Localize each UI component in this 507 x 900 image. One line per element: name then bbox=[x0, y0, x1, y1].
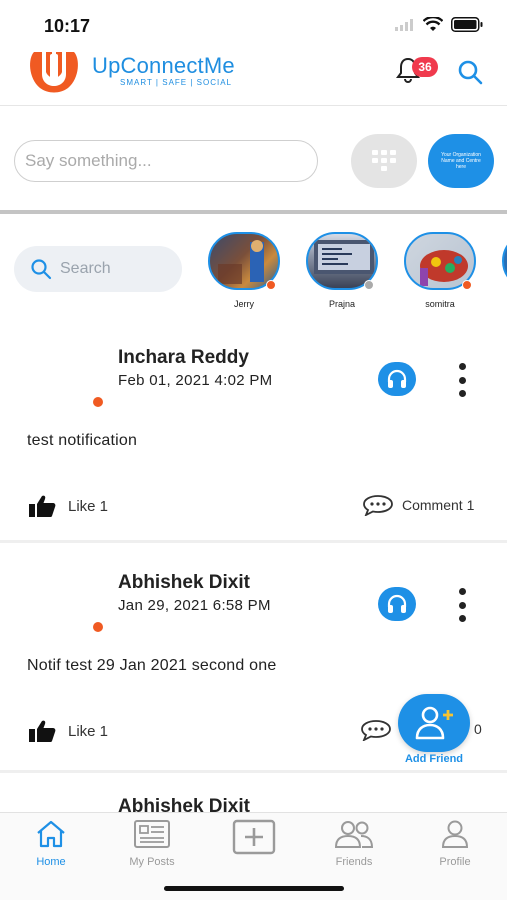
home-icon bbox=[37, 820, 65, 848]
thumbs-up-icon bbox=[29, 720, 56, 742]
comment-icon bbox=[363, 495, 393, 516]
post-date: Jan 29, 2021 6:58 PM bbox=[118, 597, 271, 614]
comment-count: 0 bbox=[474, 721, 482, 737]
profile-icon bbox=[441, 820, 469, 848]
dot-icon bbox=[458, 601, 466, 609]
audio-button[interactable] bbox=[378, 587, 416, 621]
apps-button[interactable] bbox=[351, 134, 417, 188]
brand-tagline: SMART | SAFE | SOCIAL bbox=[120, 78, 232, 87]
headphones-icon bbox=[387, 594, 407, 613]
dot-icon bbox=[458, 588, 466, 595]
post-text: test notification bbox=[27, 432, 138, 449]
status-time: 10:17 bbox=[44, 16, 91, 36]
post-composer: Your Organization Name and Centre here bbox=[0, 107, 507, 214]
thumbs-up-icon bbox=[29, 495, 56, 517]
status-dot bbox=[364, 280, 374, 290]
more-options-button[interactable] bbox=[455, 363, 469, 397]
add-friend-button[interactable] bbox=[398, 694, 470, 752]
signal-icon bbox=[395, 18, 413, 31]
like-label: Like 1 bbox=[68, 497, 109, 515]
tab-label: Home bbox=[36, 856, 66, 868]
friends-icon bbox=[334, 821, 374, 848]
notification-badge: 36 bbox=[412, 57, 438, 77]
comment-button[interactable] bbox=[360, 719, 392, 741]
story-name: somitra bbox=[425, 299, 455, 309]
search-icon bbox=[458, 60, 483, 85]
say-something-input[interactable] bbox=[14, 140, 318, 182]
dot-icon bbox=[458, 363, 466, 370]
audio-button[interactable] bbox=[378, 362, 416, 396]
avatar bbox=[502, 232, 507, 290]
stories-row: Search Jerry Prajna somitra bbox=[0, 218, 507, 318]
tab-create-post[interactable] bbox=[214, 819, 294, 860]
story-name: Prajna bbox=[328, 299, 355, 309]
headphones-icon bbox=[387, 369, 407, 388]
post-divider bbox=[0, 770, 507, 773]
wifi-icon bbox=[423, 17, 443, 31]
comment-label: Comment 1 bbox=[402, 497, 475, 513]
story-search-field[interactable]: Search bbox=[14, 246, 182, 292]
dot-icon bbox=[458, 376, 466, 384]
post-text: Notif test 29 Jan 2021 second one bbox=[27, 657, 277, 674]
story-item-partial[interactable] bbox=[501, 232, 507, 290]
search-icon bbox=[31, 259, 52, 280]
status-dot bbox=[462, 280, 472, 290]
tab-home[interactable]: Home bbox=[11, 819, 91, 868]
tab-friends[interactable]: Friends bbox=[314, 819, 394, 868]
plus-square-icon bbox=[232, 819, 276, 855]
post-date: Feb 01, 2021 4:02 PM bbox=[118, 372, 273, 389]
status-dot bbox=[93, 397, 103, 407]
battery-icon bbox=[451, 17, 483, 32]
grid-icon bbox=[372, 150, 396, 171]
post-author[interactable]: Abhishek Dixit bbox=[118, 572, 250, 594]
story-item[interactable]: somitra bbox=[403, 232, 477, 309]
post-divider bbox=[0, 540, 507, 543]
tab-profile[interactable]: Profile bbox=[415, 819, 495, 868]
status-icons bbox=[395, 17, 483, 32]
header-search-button[interactable] bbox=[456, 58, 484, 91]
like-button[interactable]: Like 1 bbox=[28, 719, 108, 743]
like-label: Like 1 bbox=[68, 722, 109, 740]
story-item[interactable]: Prajna bbox=[305, 232, 379, 309]
logo-icon bbox=[26, 48, 82, 99]
tab-label: Friends bbox=[335, 856, 373, 868]
add-friend-label: Add Friend bbox=[404, 753, 464, 765]
tab-label: My Posts bbox=[129, 856, 175, 868]
dot-icon bbox=[458, 615, 466, 622]
status-dot bbox=[266, 280, 276, 290]
add-user-icon bbox=[415, 706, 453, 740]
like-button[interactable]: Like 1 bbox=[28, 494, 108, 518]
story-item[interactable]: Jerry bbox=[207, 232, 281, 309]
posts-icon bbox=[134, 820, 170, 848]
tab-label: Profile bbox=[439, 856, 471, 868]
brand-name: UpConnectMe bbox=[92, 53, 235, 78]
organization-button[interactable]: Your Organization Name and Centre here bbox=[428, 134, 494, 188]
comment-button[interactable]: Comment 1 bbox=[362, 494, 474, 516]
more-options-button[interactable] bbox=[455, 588, 469, 622]
story-name: Jerry bbox=[234, 299, 254, 309]
tab-my-posts[interactable]: My Posts bbox=[112, 819, 192, 868]
status-dot bbox=[93, 622, 103, 632]
dot-icon bbox=[458, 390, 466, 397]
post-author[interactable]: Inchara Reddy bbox=[118, 347, 249, 369]
app-header: UpConnectMe SMART | SAFE | SOCIAL 36 bbox=[0, 40, 507, 106]
home-indicator bbox=[164, 886, 344, 891]
post-card: Inchara Reddy Feb 01, 2021 4:02 PM test … bbox=[0, 330, 507, 550]
comment-icon bbox=[361, 720, 391, 741]
story-search-placeholder: Search bbox=[60, 260, 111, 277]
